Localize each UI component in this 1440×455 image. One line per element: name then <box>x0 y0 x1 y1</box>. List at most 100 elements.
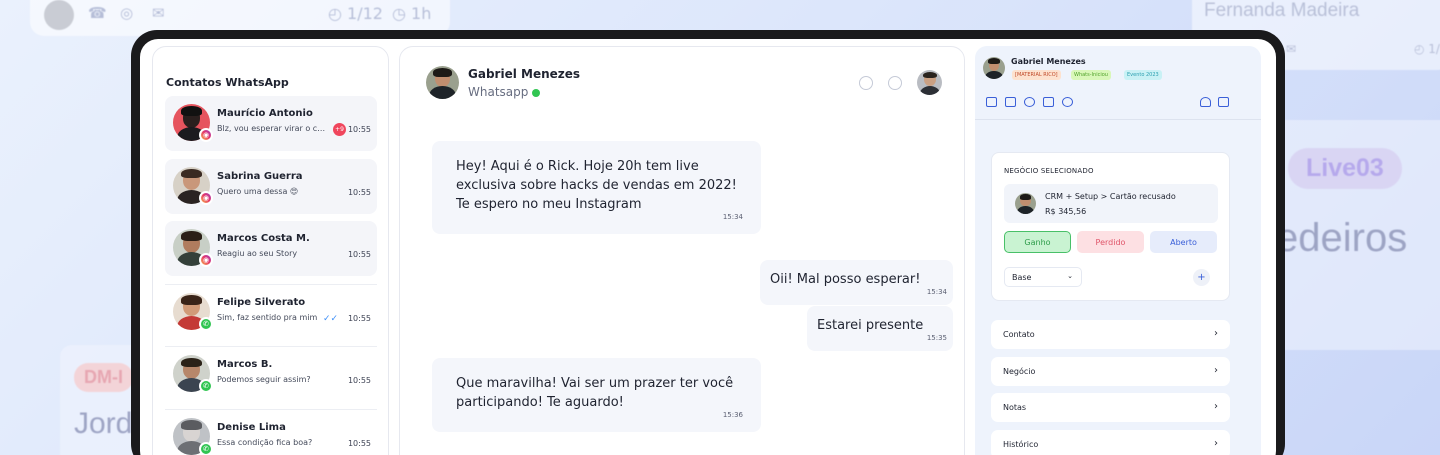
message-incoming: Hey! Aqui é o Rick. Hoje 20h tem live ex… <box>432 141 761 234</box>
selected-deal-card: NEGÓCIO SELECIONADO CRM + Setup > Cartão… <box>991 152 1230 301</box>
open-button[interactable]: Aberto <box>1150 231 1217 253</box>
instagram-icon: ◉ <box>199 190 213 205</box>
contact-item[interactable]: ✆ Denise Lima Essa condição fica boa? 10… <box>165 408 377 455</box>
background-pill: Live03 <box>1288 148 1402 189</box>
chat-contact-avatar[interactable] <box>426 66 459 99</box>
contact-name: Marcos Costa M. <box>217 233 310 245</box>
contact-list: ◉ Maurício Antonio Blz, vou esperar vira… <box>165 96 377 455</box>
instagram-icon: ◉ <box>199 128 213 142</box>
background-right-progress: ◴ 1/ <box>1414 42 1440 56</box>
whatsapp-icon: ✆ <box>199 316 213 331</box>
chevron-right-icon: › <box>1214 401 1218 412</box>
contact-time: 10:55 <box>347 125 371 134</box>
contacts-title: Contatos WhatsApp <box>166 76 289 89</box>
tag-whats-iniciou[interactable]: Whats-Iniciou <box>1071 70 1111 80</box>
contact-time: 10:55 <box>347 376 371 386</box>
note-icon[interactable] <box>1043 97 1054 107</box>
chevron-down-icon: ⌄ <box>1067 272 1073 280</box>
contact-item[interactable]: ✆ Felipe Silverato Sim, faz sentido pra … <box>165 283 377 339</box>
agent-avatar[interactable] <box>917 70 942 95</box>
whatsapp-icon <box>532 88 541 97</box>
deal-value: R$ 345,56 <box>1045 207 1087 216</box>
contact-last-message: Podemos seguir assim? <box>217 375 311 385</box>
deal-summary[interactable]: CRM + Setup > Cartão recusado R$ 345,56 <box>1004 184 1218 223</box>
background-left-pill: DM-I <box>74 363 133 392</box>
message-text: Que maravilha! Vai ser um prazer ter voc… <box>456 376 734 410</box>
contact-last-message: Essa condição fica boa? <box>217 437 313 447</box>
mail-icon[interactable] <box>1005 97 1016 107</box>
section-label: Notas <box>1003 403 1027 412</box>
phone-icon: ☎ <box>88 4 107 22</box>
whatsapp-icon: ✆ <box>199 441 213 455</box>
tag-evento-2023[interactable]: Evento 2023 <box>1124 70 1162 80</box>
app-screen: Contatos WhatsApp ◉ Maurício Antonio Blz… <box>140 39 1276 455</box>
contacts-panel: Contatos WhatsApp ◉ Maurício Antonio Blz… <box>152 46 389 455</box>
contact-name: Felipe Silverato <box>217 296 306 308</box>
pipeline-value: Base <box>1012 273 1032 282</box>
won-button[interactable]: Ganho <box>1004 231 1071 253</box>
message-text: Hey! Aqui é o Rick. Hoje 20h tem live ex… <box>456 159 737 212</box>
contact-last-message: Reagiu ao seu Story <box>217 249 298 259</box>
chat-contact-name: Gabriel Menezes <box>468 67 581 81</box>
contact-item[interactable]: ◉ Marcos Costa M. Reagiu ao seu Story 10… <box>165 221 377 277</box>
background-name: Fernanda Madeira <box>1204 0 1360 21</box>
contact-time: 10:55 <box>347 438 371 448</box>
message-time: 15:36 <box>722 411 743 419</box>
briefcase-icon[interactable] <box>1218 97 1229 107</box>
history-icon[interactable] <box>1062 97 1073 107</box>
crm-contact-avatar <box>983 57 1005 79</box>
chevron-right-icon: › <box>1214 438 1218 449</box>
instagram-icon: ◉ <box>199 253 213 268</box>
chat-channel: Whatsapp <box>468 85 541 99</box>
background-duration: ◷ 1h <box>392 4 432 23</box>
divider <box>975 119 1261 120</box>
contact-item[interactable]: ✆ Marcos B. Podemos seguir assim? 10:55 <box>165 346 377 402</box>
message-text: Oii! Mal posso esperar! <box>770 272 921 287</box>
add-button[interactable]: + <box>1193 269 1210 286</box>
crm-panel: Gabriel Menezes [MATERIAL RICO] Whats-In… <box>975 46 1261 455</box>
chat-panel: Gabriel Menezes Whatsapp Hey! Aqui é o R… <box>399 46 965 455</box>
contact-last-message: Quero uma dessa 😍 <box>217 186 299 196</box>
clock-icon[interactable] <box>859 76 873 90</box>
user-icon[interactable] <box>1200 97 1211 107</box>
contact-name: Maurício Antonio <box>217 108 313 119</box>
section-notas[interactable]: Notas › <box>991 393 1230 422</box>
lost-button[interactable]: Perdido <box>1077 231 1144 253</box>
background-avatar <box>44 0 74 30</box>
background-progress: ◴ 1/12 <box>328 4 383 23</box>
mail-icon: ✉ <box>152 4 165 22</box>
section-historico[interactable]: Histórico › <box>991 430 1230 455</box>
sync-icon[interactable] <box>1024 97 1035 107</box>
contact-name: Marcos B. <box>217 359 273 371</box>
tag-material-rico[interactable]: [MATERIAL RICO] <box>1012 70 1061 80</box>
unread-badge: +9 <box>333 123 346 136</box>
message-time: 15:34 <box>722 213 743 221</box>
contact-item[interactable]: ◉ Maurício Antonio Blz, vou esperar vira… <box>165 96 377 151</box>
contact-time: 10:55 <box>347 187 371 197</box>
background-big-card: Live03 edeiros <box>1262 120 1440 350</box>
pipeline-select[interactable]: Base ⌄ <box>1004 267 1082 287</box>
message-time: 15:35 <box>926 334 947 342</box>
check-icon[interactable] <box>888 76 902 90</box>
contact-last-message: Blz, vou esperar virar o car... <box>217 124 329 133</box>
section-label: Negócio <box>1003 367 1036 376</box>
section-contato[interactable]: Contato › <box>991 320 1230 349</box>
message-time: 15:34 <box>926 288 947 296</box>
deal-section-title: NEGÓCIO SELECIONADO <box>1004 167 1094 175</box>
deal-title: CRM + Setup > Cartão recusado <box>1045 192 1176 201</box>
message-incoming: Que maravilha! Vai ser um prazer ter voc… <box>432 358 761 432</box>
section-label: Contato <box>1003 330 1035 339</box>
contact-name: Denise Lima <box>217 421 286 433</box>
calendar-icon[interactable] <box>986 97 997 107</box>
message-outgoing: Oii! Mal posso esperar! 15:34 <box>760 260 953 305</box>
tablet-frame: Contatos WhatsApp ◉ Maurício Antonio Blz… <box>131 30 1285 455</box>
contact-item[interactable]: ◉ Sabrina Guerra Quero uma dessa 😍 10:55 <box>165 158 377 214</box>
contact-name: Sabrina Guerra <box>217 170 303 182</box>
section-label: Histórico <box>1003 440 1039 449</box>
whatsapp-icon: ✆ <box>199 379 213 394</box>
section-negocio[interactable]: Negócio › <box>991 357 1230 386</box>
crm-contact-name: Gabriel Menezes <box>1011 57 1086 66</box>
read-receipt-icon: ✓✓ <box>323 313 339 324</box>
whatsapp-icon: ◎ <box>120 4 134 22</box>
message-outgoing: Estarei presente 15:35 <box>807 306 953 351</box>
